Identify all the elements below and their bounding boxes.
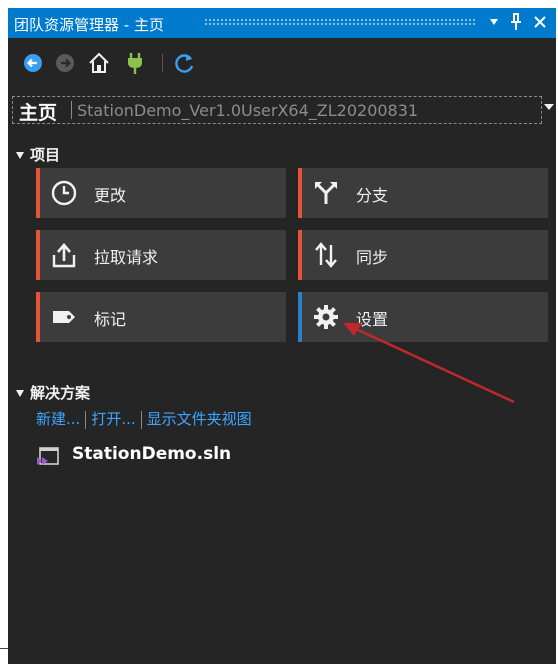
annotation-arrow	[343, 323, 515, 404]
window-corner	[0, 648, 8, 665]
